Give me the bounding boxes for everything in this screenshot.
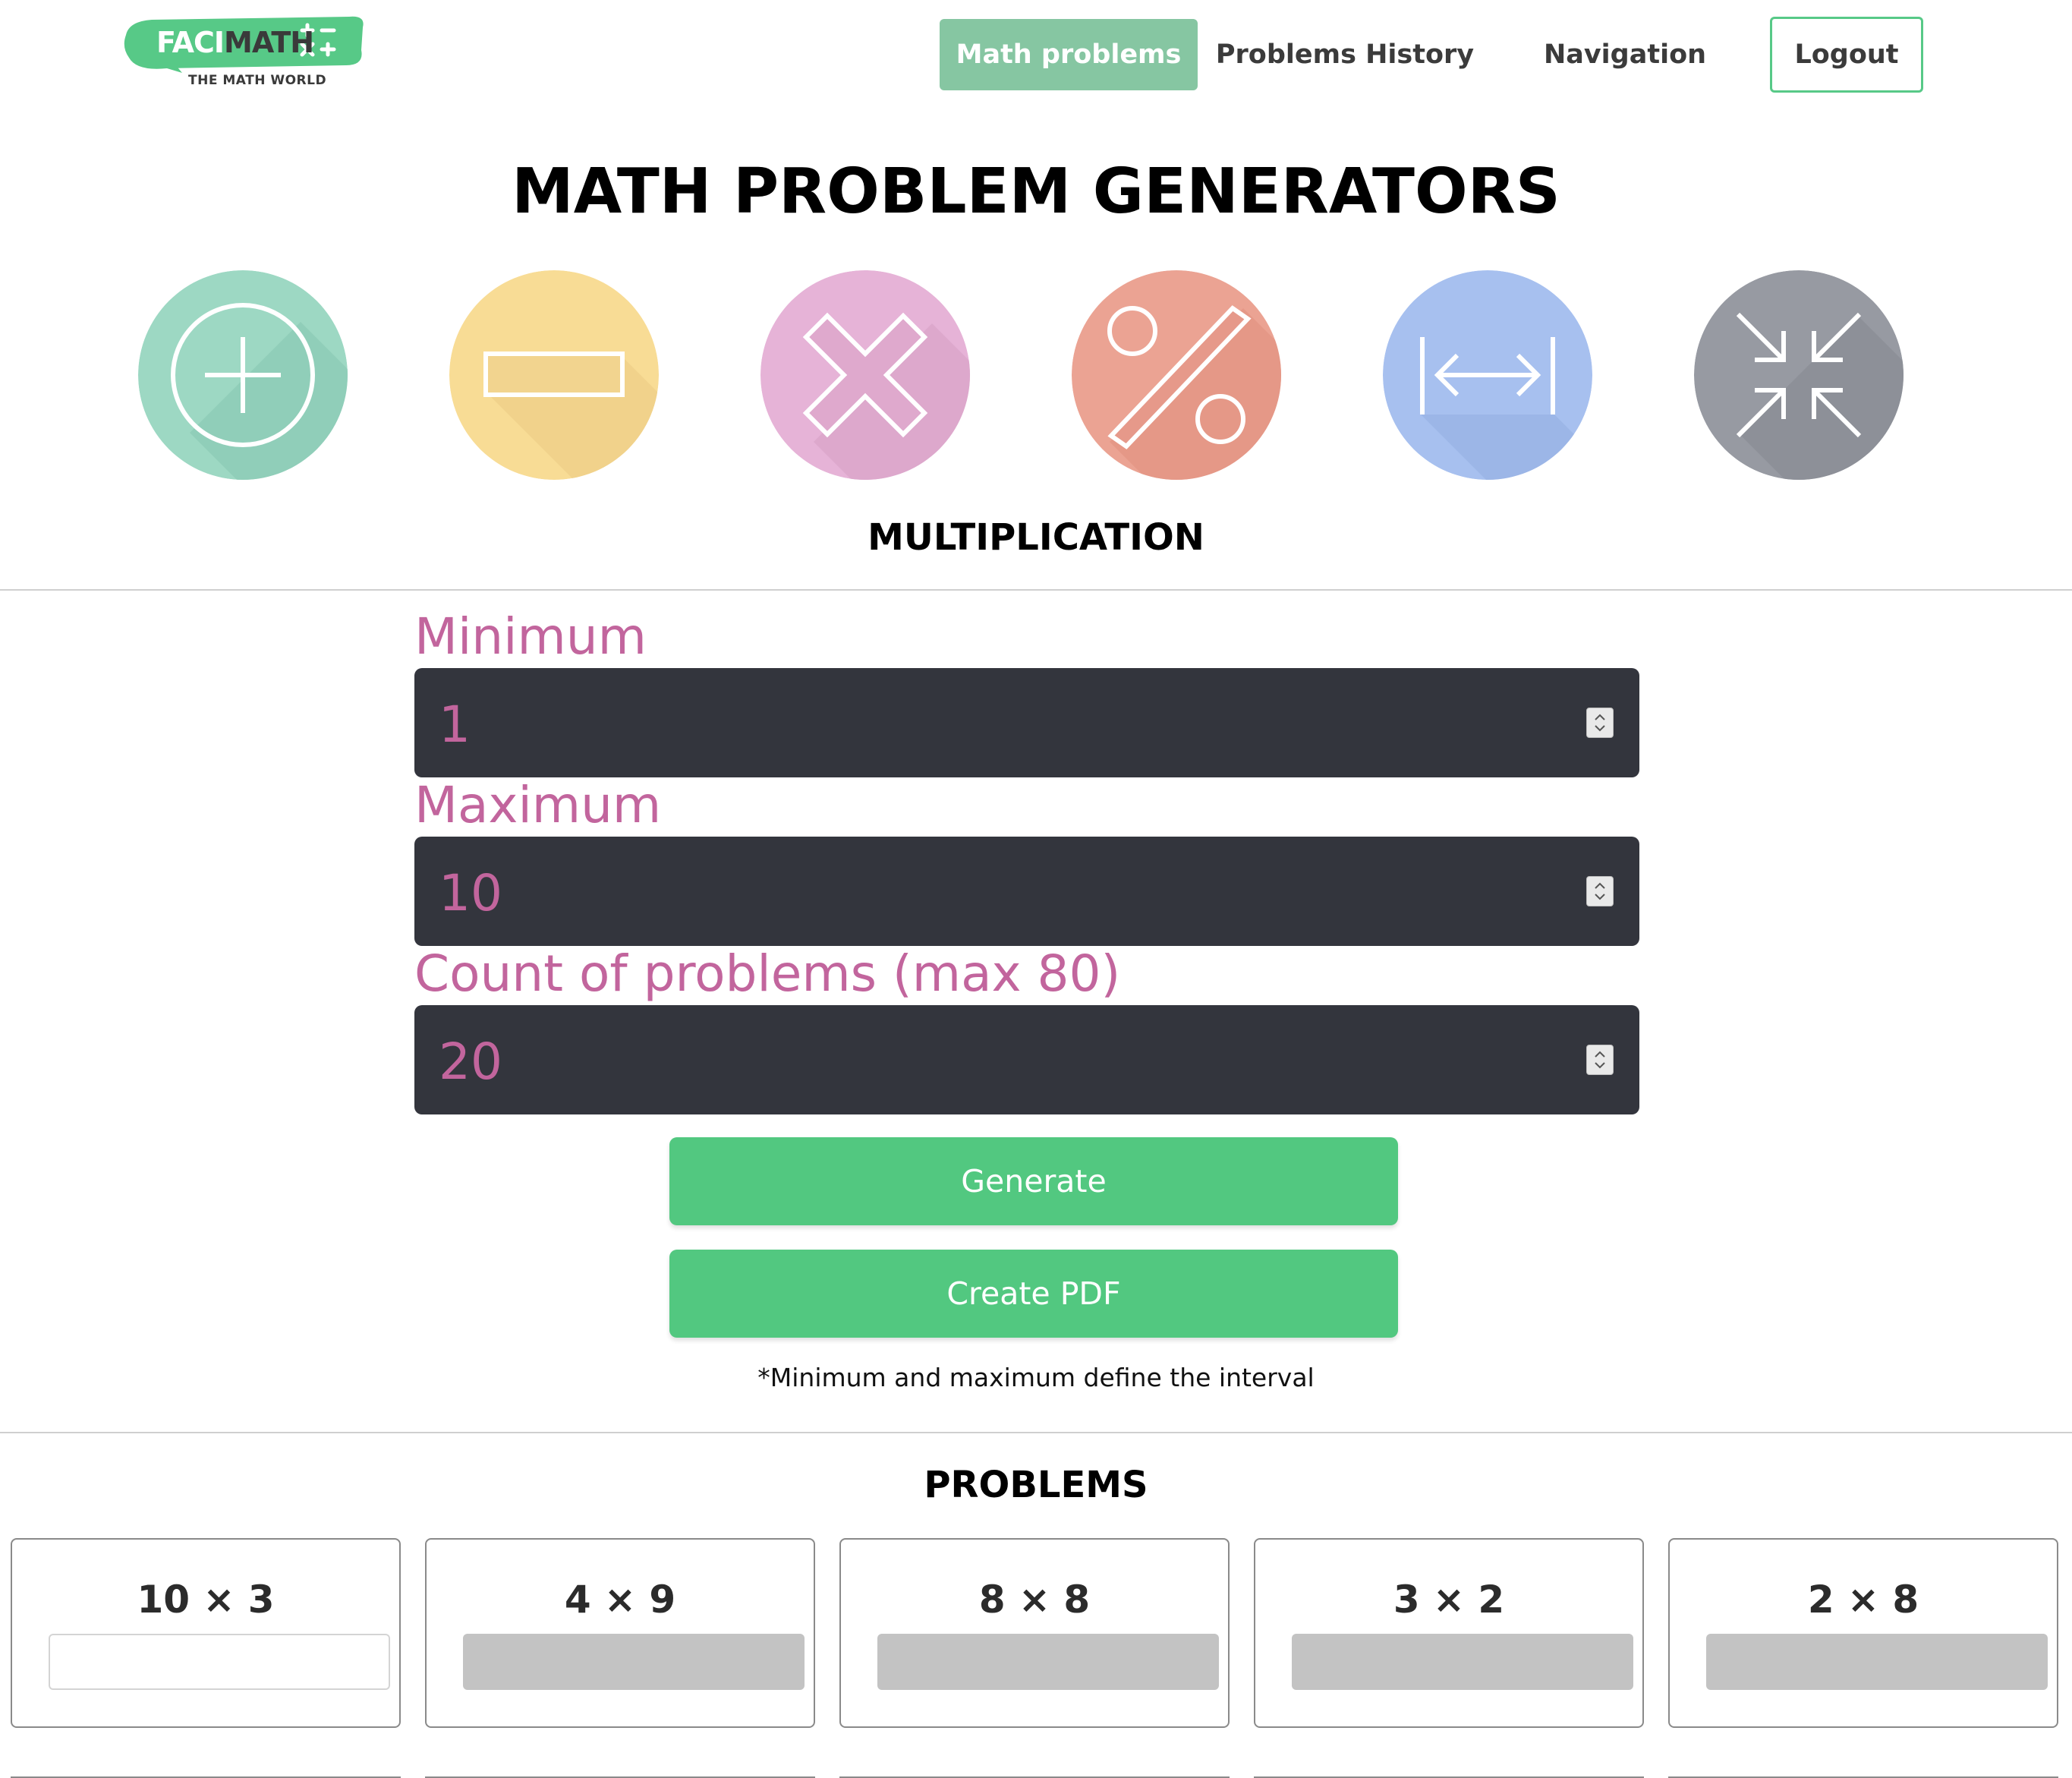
- problem-expression: 4 × 9: [564, 1578, 676, 1622]
- answer-input[interactable]: [49, 1634, 390, 1690]
- header: FACIMATH THE MATH WORLD Math problems Pr…: [0, 0, 2072, 106]
- selected-operation-title: MULTIPLICATION: [868, 516, 1204, 559]
- interval-note: *Minimum and maximum define the interval: [757, 1363, 1315, 1392]
- answer-input[interactable]: [877, 1634, 1219, 1690]
- problem-card: 3 × 2: [1254, 1538, 1644, 1728]
- count-spinner-icon[interactable]: [1586, 1045, 1614, 1075]
- problems-title: PROBLEMS: [924, 1464, 1148, 1506]
- multiplication-button[interactable]: [760, 270, 970, 480]
- problem-expression: 2 × 8: [1807, 1578, 1919, 1622]
- maximum-spinner-icon[interactable]: [1586, 876, 1614, 906]
- minimum-value: 1: [439, 695, 471, 754]
- nav-navigation[interactable]: Navigation: [1485, 19, 1765, 90]
- percent-icon: [1072, 270, 1281, 480]
- nav-problems-history[interactable]: Problems History: [1205, 19, 1485, 90]
- plus-icon: [138, 270, 348, 480]
- logo-tagline: THE MATH WORLD: [188, 73, 327, 88]
- maximum-label: Maximum: [414, 776, 662, 834]
- problem-card: 8 × 8: [839, 1538, 1230, 1728]
- minimum-label: Minimum: [414, 607, 647, 666]
- compare-button[interactable]: [1694, 270, 1904, 480]
- page-title: MATH PROBLEM GENERATORS: [512, 156, 1560, 228]
- minus-icon: [449, 270, 659, 480]
- subtraction-button[interactable]: [449, 270, 659, 480]
- count-value: 20: [439, 1032, 502, 1091]
- divider: [0, 589, 2072, 591]
- answer-input[interactable]: [1292, 1634, 1633, 1690]
- answer-input[interactable]: [1706, 1634, 2048, 1690]
- percentage-button[interactable]: [1072, 270, 1281, 480]
- minimum-spinner-icon[interactable]: [1586, 708, 1614, 738]
- addition-button[interactable]: [138, 270, 348, 480]
- logout-button[interactable]: Logout: [1770, 17, 1923, 93]
- maximum-value: 10: [439, 864, 502, 922]
- problem-card: 4 × 9: [425, 1538, 815, 1728]
- divider: [0, 1432, 2072, 1433]
- maximum-input[interactable]: 10: [414, 837, 1639, 946]
- main-nav: Math problems Problems History Navigatio…: [940, 17, 1923, 93]
- minimum-input[interactable]: 1: [414, 668, 1639, 777]
- problem-expression: 10 × 3: [137, 1578, 275, 1622]
- create-pdf-button[interactable]: Create PDF: [669, 1250, 1398, 1338]
- multiply-icon: [760, 270, 970, 480]
- count-label: Count of problems (max 80): [414, 944, 1121, 1003]
- interval-icon: [1383, 270, 1592, 480]
- answer-input[interactable]: [463, 1634, 805, 1690]
- problem-card: 2 × 8: [1668, 1538, 2058, 1728]
- problem-card: 10 × 3: [11, 1538, 401, 1728]
- nav-math-problems[interactable]: Math problems: [940, 19, 1198, 90]
- count-input[interactable]: 20: [414, 1005, 1639, 1114]
- interval-button[interactable]: [1383, 270, 1592, 480]
- operation-selector: [0, 270, 2072, 480]
- facimath-logo[interactable]: FACIMATH THE MATH WORLD: [121, 12, 372, 96]
- problem-expression: 3 × 2: [1393, 1578, 1505, 1622]
- logo-wordmark: FACIMATH: [156, 26, 314, 59]
- generate-button[interactable]: Generate: [669, 1137, 1398, 1225]
- compress-icon: [1694, 270, 1904, 480]
- problems-grid: 10 × 3 4 × 9 8 × 8 3 × 2 2 × 8: [0, 1538, 2072, 1729]
- problem-expression: 8 × 8: [978, 1578, 1091, 1622]
